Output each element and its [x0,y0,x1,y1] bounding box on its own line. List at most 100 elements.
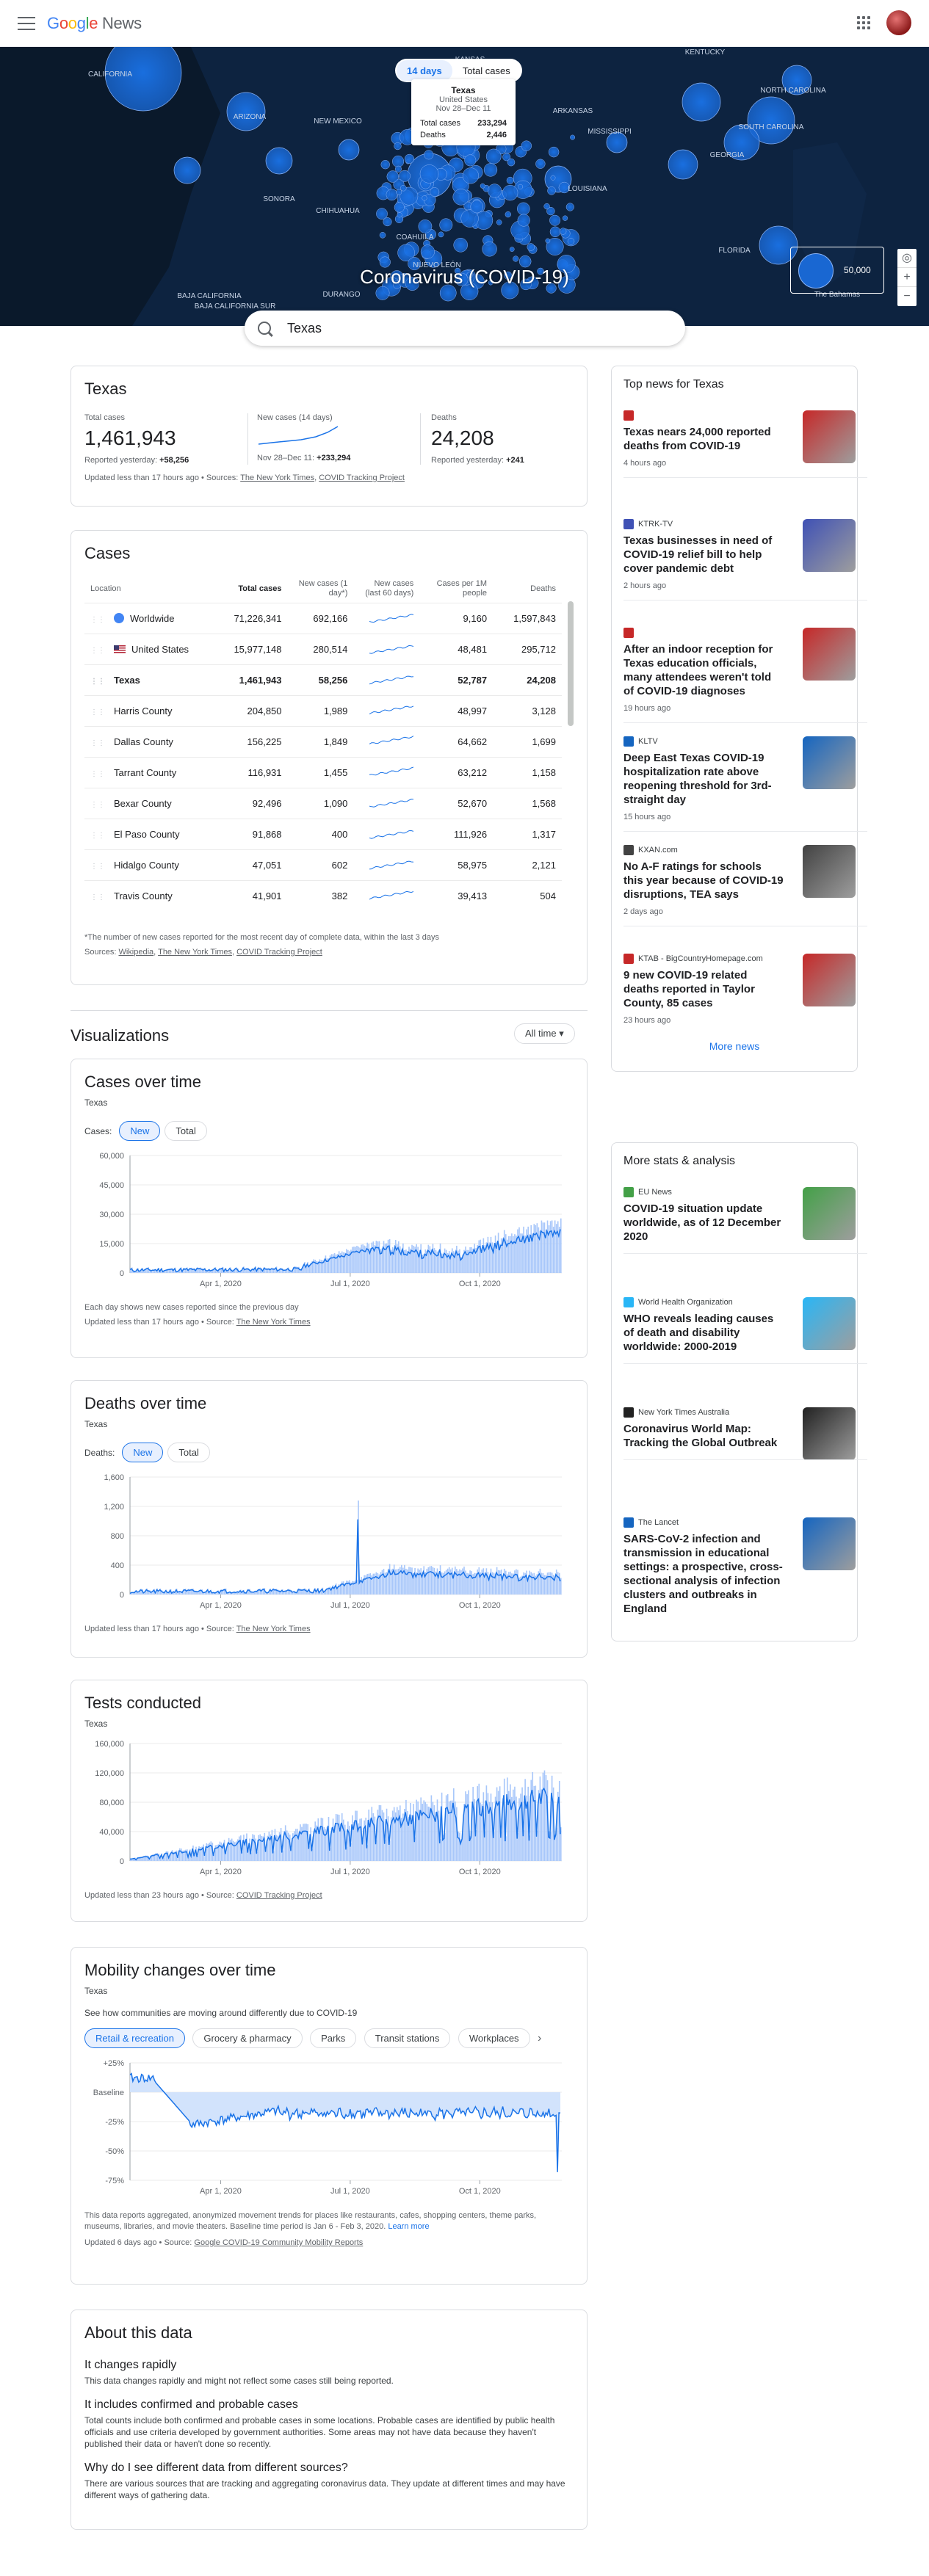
news-thumbnail[interactable] [803,519,856,572]
map-bubble[interactable] [560,228,567,235]
more-news-link[interactable]: More news [612,1040,857,1052]
cases-chart[interactable]: 60,000 45,000 30,000 15,000 0 Apr 1, 2020 Jul … [84,1148,574,1295]
cases-toggle-total[interactable]: Total [165,1121,207,1141]
map-bubble[interactable] [565,203,574,211]
map-bubble[interactable] [400,184,407,192]
map-bubble[interactable] [570,134,576,140]
news-thumbnail[interactable] [803,1187,856,1240]
menu-icon[interactable] [18,16,35,30]
map-bubble[interactable] [548,146,560,158]
col-deaths[interactable]: Deaths [493,575,562,603]
map-bubble[interactable] [430,187,440,197]
cases-table-scroll[interactable]: Location Total cases New cases (1 day*) … [84,575,574,927]
time-range-select[interactable]: All time ▾ [514,1023,575,1044]
map-bubble[interactable] [392,155,405,167]
map-bubble[interactable] [438,231,444,238]
map-bubble[interactable] [517,214,530,227]
news-item[interactable]: After an indoor reception for Texas educ… [623,628,867,723]
table-row[interactable]: ⋮⋮ Worldwide 71,226,341 692,166 9,160 1,597,8… [84,603,562,634]
toggle-total-cases[interactable]: Total cases [452,60,521,81]
map-bubble[interactable] [399,170,411,182]
map-bubble[interactable] [496,219,502,225]
table-row[interactable]: ⋮⋮ Texas 1,461,943 58,256 52,787 24,208 [84,664,562,696]
map-bubble[interactable] [682,82,721,122]
news-item[interactable]: KLTV Deep East Texas COVID-19 hospitaliza… [623,736,867,832]
news-thumbnail[interactable] [803,1297,856,1350]
map-bubble[interactable] [517,202,530,216]
table-row[interactable]: ⋮⋮ United States 15,977,148 280,514 48,481 29… [84,634,562,665]
source-link-nyt[interactable]: The New York Times [240,474,314,482]
cases-chart-source[interactable]: The New York Times [236,1318,311,1327]
drag-handle-icon[interactable]: ⋮⋮ [90,801,105,809]
tests-chart-source[interactable]: COVID Tracking Project [236,1891,322,1900]
map-bubble[interactable] [535,159,546,169]
map-bubble[interactable] [482,242,497,257]
drag-handle-icon[interactable]: ⋮⋮ [90,863,105,871]
map-bubble[interactable] [394,142,402,150]
news-title[interactable]: WHO reveals leading causes of death and … [623,1312,784,1354]
map-bubble[interactable] [453,238,468,253]
learn-more-link[interactable]: Learn more [388,2222,429,2231]
news-thumbnail[interactable] [803,954,856,1006]
map-bubble[interactable] [513,255,519,262]
map-bubble[interactable] [527,243,535,251]
table-row[interactable]: ⋮⋮ El Paso County 91,868 400 111,926 1,317 [84,819,562,850]
map-bubble[interactable] [380,160,390,170]
deaths-chart-source[interactable]: The New York Times [236,1625,311,1633]
row-location[interactable]: Hidalgo County [114,860,179,871]
news-title[interactable]: SARS-CoV-2 infection and transmission in… [623,1532,784,1616]
news-item[interactable]: KXAN.com No A-F ratings for schools this … [623,845,867,926]
row-location[interactable]: Harris County [114,705,172,716]
map-bubble[interactable] [418,219,433,233]
covid-map[interactable]: CALIFORNIA ARIZONA NEW MEXICO SONORA CHIHUAH… [0,47,929,326]
map-bubble[interactable] [422,195,427,201]
news-item[interactable]: KTAB - BigCountryHomepage.com 9 new COVID… [623,954,867,1025]
map-bubble[interactable] [506,176,514,184]
row-location[interactable]: Travis County [114,890,173,901]
news-item[interactable]: New York Times Australia Coronavirus Worl… [623,1407,867,1460]
row-location[interactable]: Worldwide [130,613,174,624]
search-bar[interactable]: Texas [245,311,685,346]
row-location[interactable]: Texas [114,675,140,686]
zoom-out-button[interactable]: − [897,287,917,306]
row-location[interactable]: United States [131,644,189,655]
source-link-covid-tracking-2[interactable]: COVID Tracking Project [236,948,322,957]
news-thumbnail[interactable] [803,628,856,681]
drag-handle-icon[interactable]: ⋮⋮ [90,647,105,655]
map-bubble[interactable] [505,211,511,218]
table-row[interactable]: ⋮⋮ Tarrant County 116,931 1,455 63,212 1,158 [84,757,562,788]
chip-workplaces[interactable]: Workplaces [458,2028,530,2048]
news-item[interactable]: World Health Organization WHO reveals lea… [623,1297,867,1364]
map-bubble[interactable] [543,203,550,210]
toggle-14-days[interactable]: 14 days [397,59,452,81]
map-bubble[interactable] [396,189,402,195]
map-bubble[interactable] [487,184,502,198]
google-news-logo[interactable]: Google News [47,14,142,33]
map-bubble[interactable] [485,148,502,164]
map-bubble[interactable] [376,208,388,220]
search-input[interactable]: Texas [287,321,322,336]
news-item[interactable]: KTRK-TV Texas businesses in need of COVID… [623,519,867,601]
news-thumbnail[interactable] [803,1407,856,1460]
col-new-cases[interactable]: New cases (1 day*) [288,575,354,603]
col-per-1m[interactable]: Cases per 1M people [419,575,493,603]
apps-grid-icon[interactable] [857,16,870,29]
row-location[interactable]: El Paso County [114,829,180,840]
drag-handle-icon[interactable]: ⋮⋮ [90,739,105,747]
map-bubble[interactable] [549,226,561,238]
map-bubble[interactable] [394,165,402,173]
map-bubble[interactable] [507,158,516,167]
news-title[interactable]: Deep East Texas COVID-19 hospitalization… [623,751,784,807]
table-row[interactable]: ⋮⋮ Bexar County 92,496 1,090 52,670 1,568 [84,788,562,819]
avatar[interactable] [886,10,911,35]
map-bubble[interactable] [480,183,485,189]
news-title[interactable]: 9 new COVID-19 related deaths reported i… [623,968,784,1010]
map-bubble[interactable] [464,154,477,167]
news-item[interactable]: The Lancet SARS-CoV-2 infection and trans… [623,1517,867,1616]
map-bubble[interactable] [452,189,469,206]
map-bubble[interactable] [502,184,518,201]
table-row[interactable]: ⋮⋮ Dallas County 156,225 1,849 64,662 1,699 [84,726,562,758]
map-bubble[interactable] [547,186,556,195]
news-title[interactable]: COVID-19 situation update worldwide, as … [623,1202,784,1244]
map-bubble[interactable] [379,232,386,239]
